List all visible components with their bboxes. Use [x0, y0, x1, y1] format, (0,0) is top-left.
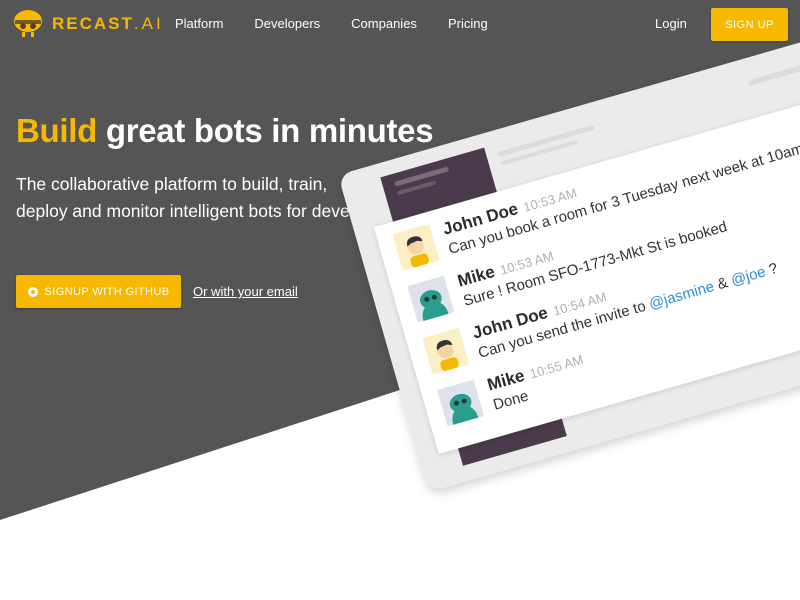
github-icon: [27, 286, 38, 297]
nav-companies[interactable]: Companies: [351, 16, 417, 31]
nav-platform[interactable]: Platform: [175, 16, 223, 31]
top-navbar: RECAST.AI Platform Developers Companies …: [0, 0, 800, 50]
nav-developers[interactable]: Developers: [254, 16, 320, 31]
chat-message: Mike10:55 AM Done: [436, 352, 585, 432]
robot-head-icon: [14, 10, 42, 37]
hero-headline: Build great bots in minutes: [16, 112, 434, 150]
chat-message: John Doe10:53 AM Can you book a room for…: [391, 137, 800, 276]
mention-link[interactable]: @jasmine: [647, 278, 716, 313]
chat-message: Mike10:53 AM Sure ! Room SFO-1773-Mkt St…: [406, 218, 729, 328]
brand-logo[interactable]: RECAST.AI: [12, 8, 164, 40]
email-signup-link[interactable]: Or with your email: [193, 284, 298, 299]
robot-avatar-icon: [437, 379, 485, 427]
signup-button[interactable]: SIGN UP: [711, 8, 788, 41]
mention-link[interactable]: @joe: [729, 263, 768, 289]
robot-avatar-icon: [407, 275, 455, 323]
headline-highlight: Build: [16, 112, 97, 149]
message-time: 10:55 AM: [528, 351, 586, 382]
nav-pricing[interactable]: Pricing: [448, 16, 488, 31]
brand-name: RECAST.AI: [52, 14, 164, 33]
github-signup-button[interactable]: SIGNUP WITH GITHUB: [16, 275, 181, 308]
man-avatar-icon: [392, 223, 440, 271]
main-nav: Platform Developers Companies Pricing: [175, 16, 519, 31]
header-placeholder-line: [747, 61, 800, 87]
headline-rest: great bots in minutes: [96, 112, 434, 149]
chat-message: John Doe10:54 AM Can you send the invite…: [421, 260, 780, 380]
man-avatar-icon: [422, 327, 470, 375]
github-signup-label: SIGNUP WITH GITHUB: [44, 285, 170, 298]
login-link[interactable]: Login: [655, 16, 687, 31]
